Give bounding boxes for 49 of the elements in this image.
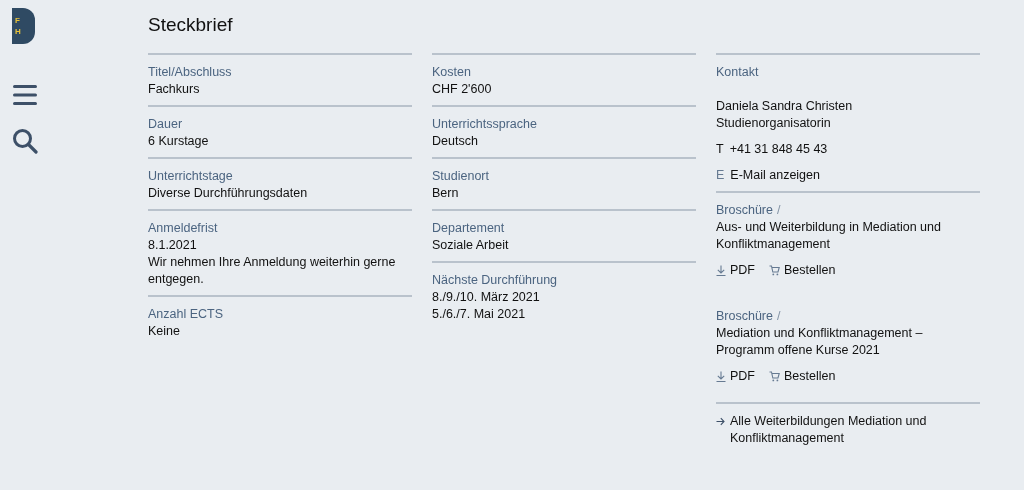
logo[interactable]: F H (12, 8, 35, 44)
field-label: Nächste Durchführung (432, 272, 559, 289)
field-label: Unterrichtstage (148, 168, 234, 185)
field-value: Diverse Durchführungsdaten (148, 185, 309, 202)
field-label: Dauer (148, 116, 184, 133)
field-value: Wir nehmen Ihre Anmeldung weiterhin gerne entgegen. (148, 254, 397, 288)
field-label: Kosten (432, 64, 472, 81)
field-label: Titel/Abschluss (148, 64, 233, 81)
field-label: Anmeldefrist (148, 220, 219, 237)
field-value: Keine (148, 323, 181, 340)
search-icon[interactable] (12, 128, 38, 154)
order-link[interactable]: Bestellen (769, 368, 836, 385)
field-label: Anzahl ECTS (148, 306, 225, 323)
cart-icon (769, 371, 780, 382)
contact-role: Studienorganisatorin (716, 115, 832, 132)
download-icon (716, 265, 726, 276)
section-title: Steckbrief (148, 13, 234, 37)
brochure-label: Broschüre (716, 308, 773, 325)
more-link[interactable]: Alle Weiterbildungen Mediation und Konfliktmanagement (716, 413, 956, 447)
pdf-link[interactable]: PDF (716, 262, 755, 279)
download-icon (716, 371, 726, 382)
field-value: Soziale Arbeit (432, 237, 510, 254)
brochure-title: Aus- und Weiterbildung in Mediation und Konfliktmanagement (716, 219, 942, 253)
contact-name: Daniela Sandra Christen (716, 98, 854, 115)
field-value: Bern (432, 185, 460, 202)
field-value: Deutsch (432, 133, 479, 150)
field-label: Kontakt (716, 64, 760, 81)
menu-icon[interactable] (12, 84, 38, 106)
order-link[interactable]: Bestellen (769, 262, 836, 279)
field-value: 6 Kurstage (148, 133, 210, 150)
field-label: Unterrichtssprache (432, 116, 538, 133)
pdf-link[interactable]: PDF (716, 368, 755, 385)
brochure-label: Broschüre (716, 202, 773, 219)
email-link[interactable]: E-Mail anzeigen (730, 167, 820, 184)
field-value: Fachkurs (148, 81, 201, 98)
field-value: CHF 2'600 (432, 81, 493, 98)
field-value: 5./6./7. Mai 2021 (432, 306, 527, 323)
brochure-title: Mediation und Konfliktmanagement – Programm offene Kurse 2021 (716, 325, 924, 359)
field-label: Studienort (432, 168, 490, 185)
phone-prefix: T (716, 141, 724, 158)
field-value: 8.1.2021 (148, 237, 198, 254)
field-label: Departement (432, 220, 506, 237)
separator: / (777, 308, 781, 325)
arrow-icon (716, 417, 725, 426)
field-value: 8./9./10. März 2021 (432, 289, 541, 306)
cart-icon (769, 265, 780, 276)
email-prefix: E (716, 167, 725, 184)
phone-number: +41 31 848 45 43 (729, 141, 828, 158)
separator: / (777, 202, 781, 219)
